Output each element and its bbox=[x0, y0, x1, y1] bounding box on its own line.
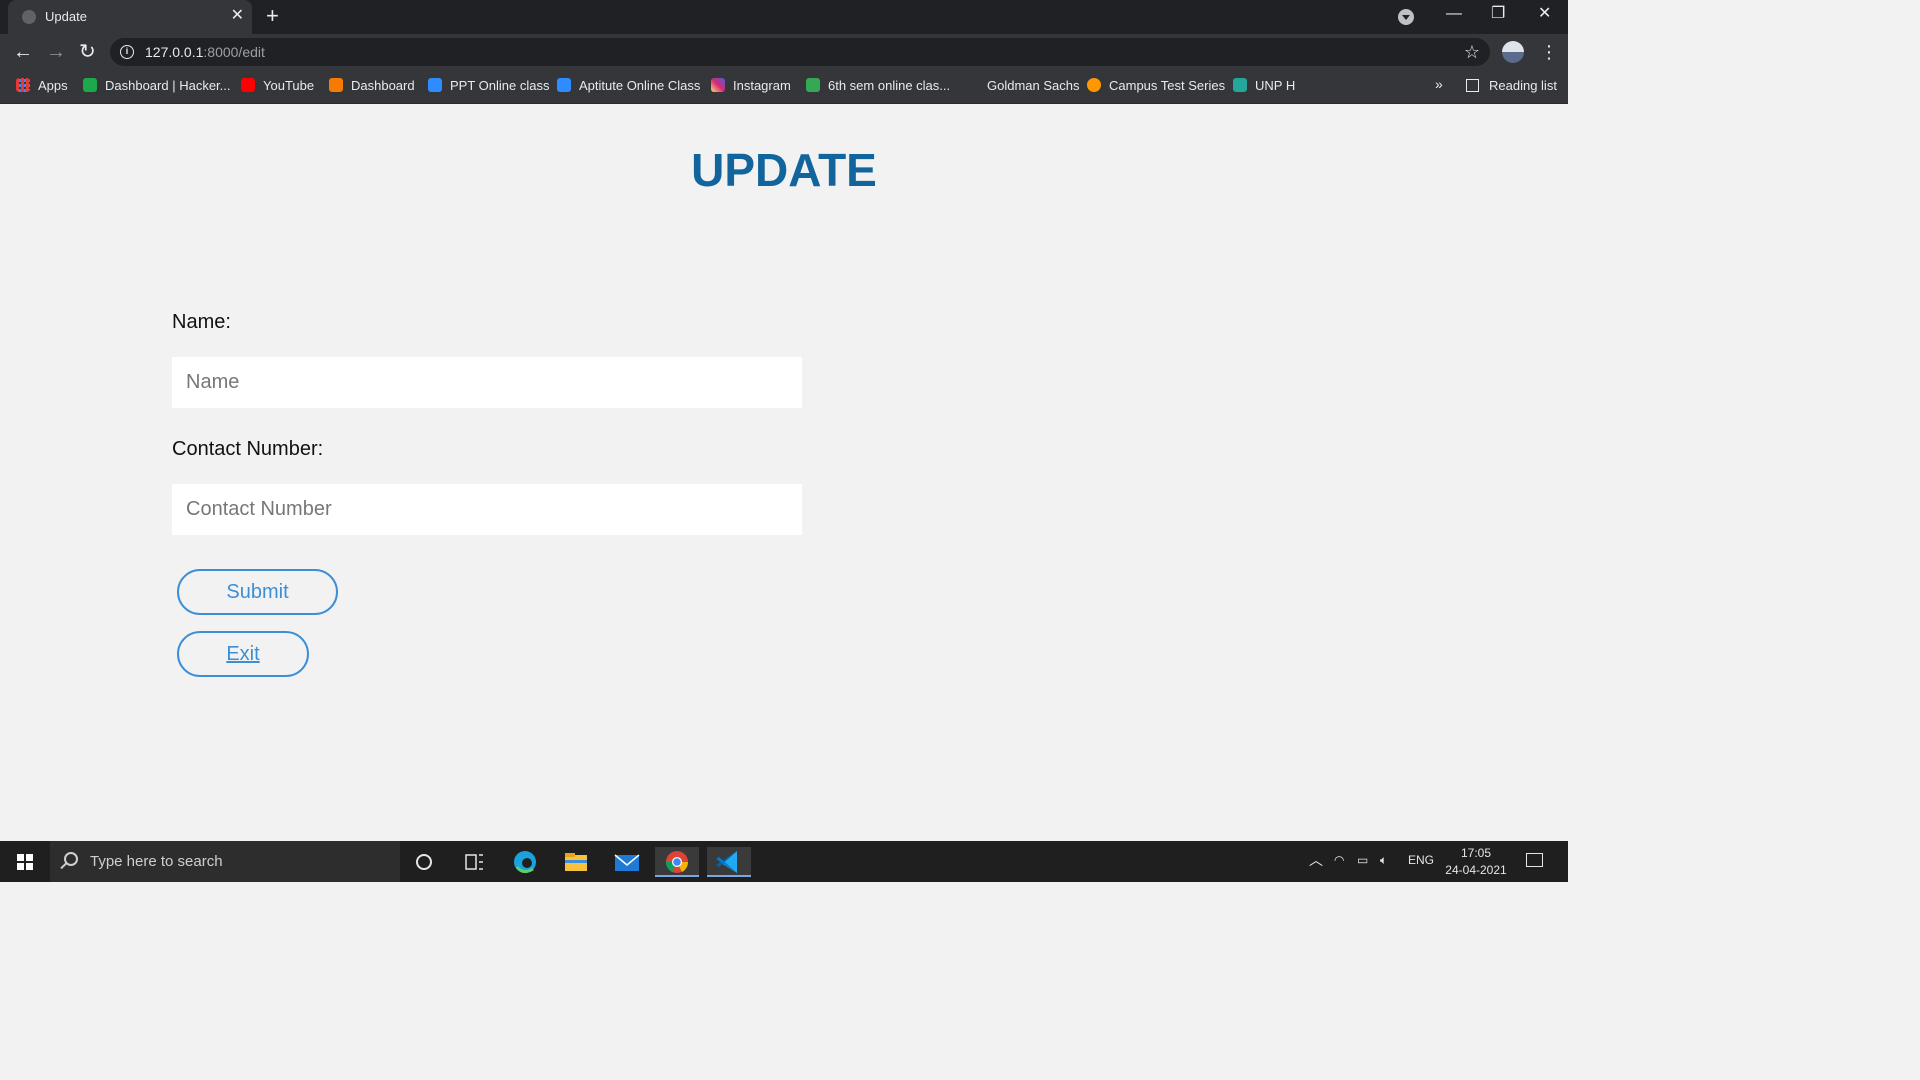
forward-icon[interactable]: → bbox=[46, 40, 66, 64]
bookmark-youtube[interactable]: YouTube bbox=[241, 78, 314, 93]
bookmark-instagram[interactable]: Instagram bbox=[711, 78, 791, 93]
taskbar-search[interactable]: Type here to search bbox=[50, 841, 400, 882]
bookmark-apps[interactable]: Apps bbox=[16, 78, 68, 93]
bookmarks-bar: Apps Dashboard | Hacker... YouTube Dashb… bbox=[0, 70, 1568, 104]
close-window-icon[interactable]: ✕ bbox=[1538, 4, 1551, 24]
file-explorer-icon[interactable] bbox=[560, 847, 592, 877]
reading-list[interactable]: Reading list bbox=[1466, 78, 1557, 93]
close-tab-icon[interactable]: ✕ bbox=[231, 7, 244, 25]
bookmark-label: 6th sem online clas... bbox=[828, 78, 951, 93]
reading-list-label: Reading list bbox=[1489, 78, 1557, 93]
contact-number-input[interactable] bbox=[172, 484, 802, 535]
language-indicator[interactable]: ENG bbox=[1408, 853, 1434, 867]
bookmark-goldman-sachs[interactable]: Goldman Sachs bbox=[987, 78, 1080, 93]
profile-avatar[interactable] bbox=[1502, 41, 1524, 63]
battery-icon[interactable]: ▭ bbox=[1357, 853, 1368, 867]
bookmark-hackerrank[interactable]: Dashboard | Hacker... bbox=[83, 78, 231, 93]
reload-icon[interactable]: ↻ bbox=[79, 40, 96, 64]
address-bar[interactable]: i 127.0.0.1:8000/edit ☆ bbox=[110, 38, 1490, 66]
clock-date: 24-04-2021 bbox=[1445, 863, 1507, 877]
more-bookmarks-icon[interactable]: » bbox=[1435, 76, 1443, 92]
restore-icon[interactable]: ❐ bbox=[1491, 4, 1505, 24]
bookmark-star-icon[interactable]: ☆ bbox=[1464, 41, 1480, 63]
youtube-icon bbox=[241, 78, 255, 92]
tab-strip: Update ✕ + — ❐ ✕ bbox=[0, 0, 1568, 34]
campus-icon bbox=[1087, 78, 1101, 92]
new-tab-icon[interactable]: + bbox=[266, 4, 279, 28]
zoom-icon bbox=[428, 78, 442, 92]
windows-start-icon[interactable] bbox=[17, 854, 33, 870]
windows-taskbar: Type here to search ︿ ◠ ▭ 🔈︎ ENG 17:05 2… bbox=[0, 841, 1568, 882]
apps-grid-icon bbox=[16, 78, 30, 92]
bookmark-6th-sem[interactable]: 6th sem online clas... bbox=[806, 78, 950, 93]
bookmark-ppt-online-class[interactable]: PPT Online class bbox=[428, 78, 549, 93]
edge-icon[interactable] bbox=[509, 847, 541, 877]
url-path: :8000/edit bbox=[203, 44, 265, 60]
submit-button[interactable]: Submit bbox=[177, 569, 338, 615]
page-title: UPDATE bbox=[691, 144, 877, 196]
url-text[interactable]: 127.0.0.1:8000/edit bbox=[145, 44, 265, 60]
bookmark-label: Goldman Sachs bbox=[987, 78, 1080, 93]
menu-icon[interactable]: ⋮ bbox=[1540, 40, 1558, 64]
globe-icon bbox=[22, 10, 36, 24]
bookmark-unp-h[interactable]: UNP H bbox=[1233, 78, 1295, 93]
chrome-icon[interactable] bbox=[655, 847, 699, 877]
page-content: UPDATE Name: Contact Number: Submit Exit bbox=[0, 105, 1568, 841]
dashboard-icon bbox=[329, 78, 343, 92]
exit-link[interactable]: Exit bbox=[177, 631, 309, 677]
minimize-icon[interactable]: — bbox=[1446, 4, 1462, 24]
back-icon[interactable]: ← bbox=[13, 40, 33, 64]
notification-icon[interactable] bbox=[1526, 853, 1543, 867]
task-view-icon[interactable] bbox=[458, 847, 490, 877]
bookmark-label: UNP H bbox=[1255, 78, 1296, 93]
contact-label: Contact Number: bbox=[172, 438, 324, 460]
mail-icon[interactable] bbox=[611, 847, 643, 877]
site-info-icon[interactable]: i bbox=[120, 45, 134, 59]
cortana-icon[interactable] bbox=[410, 847, 442, 877]
clock-time: 17:05 bbox=[1460, 846, 1492, 860]
bookmark-label: PPT Online class bbox=[450, 78, 550, 93]
bookmark-label: Aptitute Online Class bbox=[579, 78, 701, 93]
browser-tab[interactable]: Update ✕ bbox=[8, 0, 252, 34]
bookmark-label: YouTube bbox=[263, 78, 315, 93]
search-icon bbox=[64, 852, 78, 866]
bookmark-campus-test-series[interactable]: Campus Test Series bbox=[1087, 78, 1225, 93]
vscode-icon[interactable] bbox=[707, 847, 751, 877]
hackerrank-icon bbox=[83, 78, 97, 92]
bookmark-label: Dashboard bbox=[351, 78, 415, 93]
instagram-icon bbox=[711, 78, 725, 92]
bookmark-label: Apps bbox=[38, 78, 68, 93]
name-input[interactable] bbox=[172, 357, 802, 408]
volume-icon[interactable]: 🔈︎ bbox=[1380, 853, 1387, 868]
bookmark-dashboard[interactable]: Dashboard bbox=[329, 78, 415, 93]
zoom-icon bbox=[557, 78, 571, 92]
name-label: Name: bbox=[172, 311, 231, 333]
taskbar-search-placeholder: Type here to search bbox=[90, 853, 223, 870]
bookmark-label: Dashboard | Hacker... bbox=[105, 78, 231, 93]
tray-chevron-icon[interactable]: ︿ bbox=[1309, 850, 1323, 870]
unp-icon bbox=[1233, 78, 1247, 92]
tab-search-icon[interactable] bbox=[1398, 9, 1414, 25]
reading-list-icon bbox=[1466, 79, 1479, 92]
bookmark-aptitute-online-class[interactable]: Aptitute Online Class bbox=[557, 78, 700, 93]
url-host: 127.0.0.1 bbox=[145, 44, 204, 60]
bookmark-label: Campus Test Series bbox=[1109, 78, 1226, 93]
wifi-icon[interactable]: ◠ bbox=[1334, 853, 1344, 867]
system-clock[interactable]: 17:05 24-04-2021 bbox=[1440, 845, 1512, 879]
tab-title: Update bbox=[45, 9, 87, 24]
browser-toolbar: ← → ↻ i 127.0.0.1:8000/edit ☆ ⋮ bbox=[0, 34, 1568, 70]
meet-icon bbox=[806, 78, 820, 92]
bookmark-label: Instagram bbox=[733, 78, 791, 93]
